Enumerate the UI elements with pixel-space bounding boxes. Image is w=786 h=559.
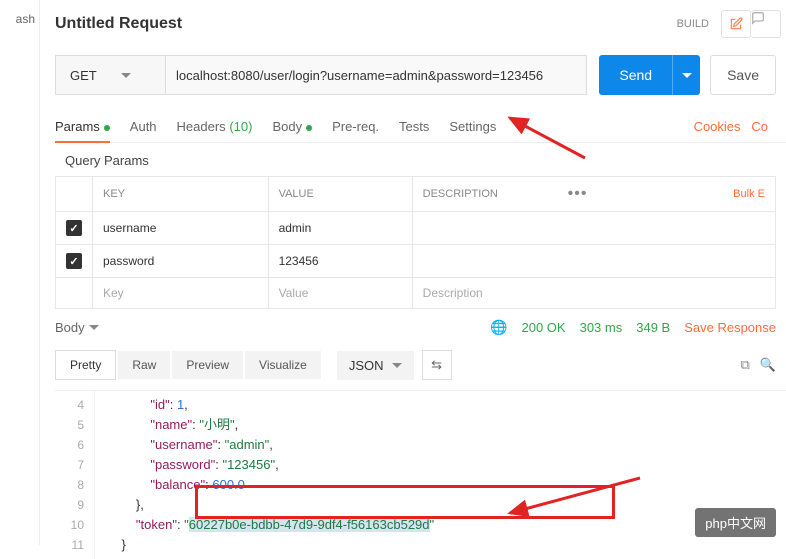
- tab-tests[interactable]: Tests: [399, 111, 429, 142]
- method-select[interactable]: GET: [55, 55, 165, 95]
- send-dropdown[interactable]: [672, 55, 700, 95]
- build-label[interactable]: BUILD: [677, 18, 709, 30]
- checkbox-icon[interactable]: [66, 220, 82, 236]
- save-response[interactable]: Save Response: [684, 320, 776, 335]
- checkbox-icon[interactable]: [66, 253, 82, 269]
- params-table: KEY VALUE DESCRIPTION••• Bulk E username…: [55, 176, 776, 309]
- edit-icon[interactable]: [721, 10, 751, 38]
- wrap-icon[interactable]: ⇆: [422, 350, 452, 380]
- view-preview[interactable]: Preview: [172, 351, 243, 379]
- comment-icon[interactable]: [751, 10, 781, 38]
- format-select[interactable]: JSON: [337, 351, 414, 380]
- watermark: php中文网: [695, 508, 776, 537]
- response-size: 349 B: [636, 320, 670, 335]
- tab-body[interactable]: Body: [272, 111, 312, 142]
- tab-params[interactable]: Params: [55, 111, 110, 142]
- globe-icon[interactable]: 🌐: [490, 319, 507, 336]
- response-body[interactable]: 4567891011 "id": 1, "name": "小明", "usern…: [55, 390, 786, 559]
- query-params-label: Query Params: [55, 143, 786, 176]
- tab-headers[interactable]: Headers (10): [177, 111, 253, 142]
- status-code: 200 OK: [522, 320, 566, 335]
- response-body-label[interactable]: Body: [55, 320, 85, 335]
- cookies-link[interactable]: Cookies Co: [694, 119, 776, 134]
- left-tab[interactable]: ash: [16, 12, 35, 26]
- table-row[interactable]: username admin: [56, 212, 776, 245]
- url-input[interactable]: [165, 55, 587, 95]
- view-pretty[interactable]: Pretty: [55, 350, 116, 380]
- request-title: Untitled Request: [55, 15, 677, 33]
- save-button[interactable]: Save: [710, 55, 776, 95]
- table-row[interactable]: password 123456: [56, 245, 776, 278]
- search-icon[interactable]: 🔍: [760, 357, 776, 373]
- left-sidebar: ash: [0, 0, 40, 545]
- table-header: KEY VALUE DESCRIPTION••• Bulk E: [56, 177, 776, 212]
- table-row-empty[interactable]: Key Value Description: [56, 278, 776, 309]
- view-raw[interactable]: Raw: [118, 351, 170, 379]
- send-button[interactable]: Send: [599, 55, 672, 95]
- tab-settings[interactable]: Settings: [449, 111, 496, 142]
- tab-auth[interactable]: Auth: [130, 111, 157, 142]
- more-icon[interactable]: •••: [568, 185, 588, 203]
- copy-icon[interactable]: ⧉: [741, 357, 750, 373]
- tab-prereq[interactable]: Pre-req.: [332, 111, 379, 142]
- view-visualize[interactable]: Visualize: [245, 351, 321, 379]
- bulk-edit[interactable]: Bulk E: [733, 188, 765, 200]
- response-time: 303 ms: [580, 320, 623, 335]
